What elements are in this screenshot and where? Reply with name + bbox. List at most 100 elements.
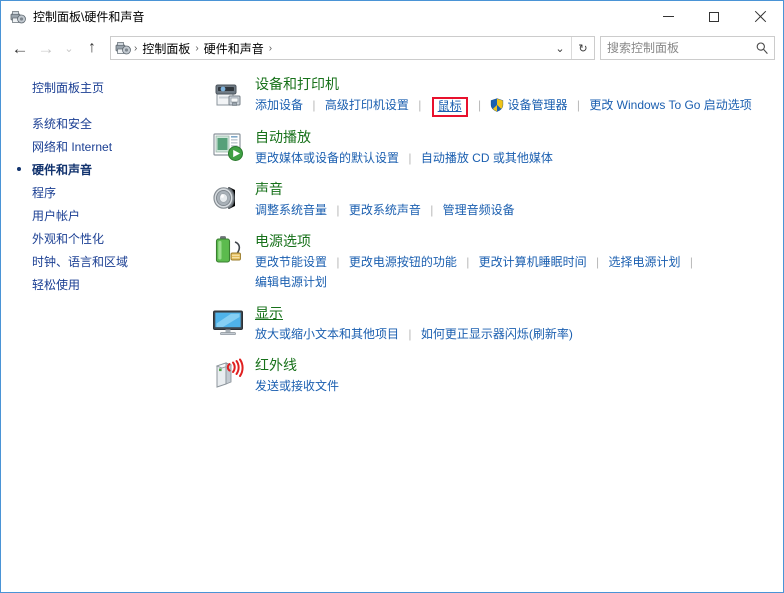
minimize-button[interactable] (645, 1, 691, 32)
sidebar-item-network-internet[interactable]: 网络和 Internet (1, 136, 211, 159)
category-title-power-options[interactable]: 电源选项 (255, 232, 311, 250)
category-body: 电源选项 更改节能设置 | 更改电源按钮的功能 | 更改计算机睡眠时间 | 选择… (255, 232, 769, 292)
link-send-receive-files[interactable]: 发送或接收文件 (255, 379, 339, 393)
arrow-right-icon: → (37, 38, 55, 58)
search-icon[interactable] (750, 37, 774, 59)
minimize-icon (662, 16, 674, 17)
sidebar-item-system-security[interactable]: 系统和安全 (1, 113, 211, 136)
forward-button[interactable]: → (33, 35, 59, 61)
printer-icon (211, 76, 245, 110)
link-autoplay-cd-media[interactable]: 自动播放 CD 或其他媒体 (421, 151, 553, 165)
sidebar-item-hardware-sound[interactable]: 硬件和声音 (1, 159, 211, 182)
sidebar: 控制面板主页 系统和安全 网络和 Internet 硬件和声音 程序 用户帐户 … (1, 64, 211, 592)
up-button[interactable]: ↑ (79, 35, 105, 61)
link-adjust-system-volume[interactable]: 调整系统音量 (255, 203, 327, 217)
address-dropdown-button[interactable]: ⌄ (549, 37, 571, 59)
link-manage-audio-devices[interactable]: 管理音频设备 (443, 203, 515, 217)
category-title-sound[interactable]: 声音 (255, 180, 283, 198)
refresh-icon: ↻ (578, 42, 588, 55)
link-separator: | (312, 98, 316, 112)
link-change-power-button-function[interactable]: 更改电源按钮的功能 (349, 255, 457, 269)
link-advanced-printer-setup[interactable]: 高级打印机设置 (325, 98, 409, 112)
category-body: 显示 放大或缩小文本和其他项目 | 如何更正显示器闪烁(刷新率) (255, 304, 769, 344)
link-make-text-larger-smaller[interactable]: 放大或缩小文本和其他项目 (255, 327, 399, 341)
category-devices-printers: 设备和打印机 添加设备 | 高级打印机设置 | 鼠标 | 设备管理器 | 更改 … (211, 75, 769, 117)
breadcrumb-item-control-panel[interactable]: 控制面板 (139, 40, 193, 57)
category-links-sound: 调整系统音量 | 更改系统声音 | 管理音频设备 (255, 200, 769, 220)
category-title-autoplay[interactable]: 自动播放 (255, 128, 311, 146)
battery-icon (211, 233, 245, 267)
highlight-box-mouse: 鼠标 (431, 97, 468, 117)
search-input[interactable] (601, 38, 750, 58)
maximize-button[interactable] (691, 1, 737, 32)
link-device-manager[interactable]: 设备管理器 (507, 98, 567, 112)
back-button[interactable]: ← (7, 35, 33, 61)
content-area: 控制面板主页 系统和安全 网络和 Internet 硬件和声音 程序 用户帐户 … (1, 64, 783, 592)
link-separator: | (418, 98, 422, 112)
category-list: 设备和打印机 添加设备 | 高级打印机设置 | 鼠标 | 设备管理器 | 更改 … (211, 64, 783, 592)
sidebar-item-ease-of-access[interactable]: 轻松使用 (1, 274, 211, 297)
recent-locations-button[interactable]: ⌄ (59, 35, 79, 61)
category-body: 自动播放 更改媒体或设备的默认设置 | 自动播放 CD 或其他媒体 (255, 128, 769, 168)
link-change-sleep-time[interactable]: 更改计算机睡眠时间 (479, 255, 587, 269)
breadcrumb-item-hardware-sound[interactable]: 硬件和声音 (201, 40, 267, 57)
category-title-devices-printers[interactable]: 设备和打印机 (255, 75, 339, 93)
link-choose-power-plan[interactable]: 选择电源计划 (608, 255, 680, 269)
navigation-bar: ← → ⌄ ↑ › 控制面板 › 硬件和声音 › ⌄ ↻ 搜索控制面板 (1, 32, 783, 64)
breadcrumb-separator[interactable]: › (193, 43, 200, 54)
breadcrumb-separator[interactable]: › (267, 43, 274, 54)
chevron-down-icon: ⌄ (555, 42, 565, 55)
window-controls (645, 1, 783, 32)
address-bar[interactable]: › 控制面板 › 硬件和声音 › ⌄ ↻ (110, 36, 595, 60)
chevron-down-icon: ⌄ (64, 42, 74, 55)
category-display: 显示 放大或缩小文本和其他项目 | 如何更正显示器闪烁(刷新率) (211, 304, 769, 344)
sidebar-item-clock-language-region[interactable]: 时钟、语言和区域 (1, 251, 211, 274)
category-title-display[interactable]: 显示 (255, 304, 283, 322)
link-separator: | (596, 255, 600, 269)
close-button[interactable] (737, 1, 783, 32)
sidebar-item-user-accounts[interactable]: 用户帐户 (1, 205, 211, 228)
category-links-power-options: 更改节能设置 | 更改电源按钮的功能 | 更改计算机睡眠时间 | 选择电源计划 … (255, 252, 769, 292)
category-autoplay: 自动播放 更改媒体或设备的默认设置 | 自动播放 CD 或其他媒体 (211, 128, 769, 168)
link-change-energy-settings[interactable]: 更改节能设置 (255, 255, 327, 269)
link-change-default-media-settings[interactable]: 更改媒体或设备的默认设置 (255, 151, 399, 165)
category-links-display: 放大或缩小文本和其他项目 | 如何更正显示器闪烁(刷新率) (255, 324, 769, 344)
link-separator: | (408, 151, 412, 165)
category-infrared: 红外线 发送或接收文件 (211, 356, 769, 396)
window-title: 控制面板\硬件和声音 (33, 10, 145, 24)
maximize-icon (709, 11, 719, 22)
title-bar: 控制面板\硬件和声音 (1, 1, 783, 32)
control-panel-window: 控制面板\硬件和声音 ← → ⌄ ↑ › 控制面板 › 硬件和声音 › ⌄ ↻ … (0, 0, 784, 593)
link-separator: | (478, 98, 482, 112)
speaker-icon (211, 181, 245, 215)
link-separator: | (336, 255, 340, 269)
link-separator: | (430, 203, 434, 217)
link-fix-display-flicker[interactable]: 如何更正显示器闪烁(刷新率) (421, 327, 573, 341)
infrared-icon (211, 357, 245, 391)
link-separator: | (336, 203, 340, 217)
link-separator: | (408, 327, 412, 341)
close-icon (754, 10, 767, 23)
sidebar-item-appearance[interactable]: 外观和个性化 (1, 228, 211, 251)
shield-icon (490, 98, 504, 112)
link-change-system-sounds[interactable]: 更改系统声音 (349, 203, 421, 217)
breadcrumb-control-panel-icon (115, 40, 131, 56)
arrow-up-icon: ↑ (88, 39, 96, 56)
sidebar-item-home[interactable]: 控制面板主页 (1, 77, 211, 100)
category-body: 声音 调整系统音量 | 更改系统声音 | 管理音频设备 (255, 180, 769, 220)
link-edit-power-plan[interactable]: 编辑电源计划 (255, 275, 327, 289)
category-body: 设备和打印机 添加设备 | 高级打印机设置 | 鼠标 | 设备管理器 | 更改 … (255, 75, 769, 117)
link-add-device[interactable]: 添加设备 (255, 98, 303, 112)
sidebar-item-programs[interactable]: 程序 (1, 182, 211, 205)
breadcrumb-separator[interactable]: › (132, 43, 139, 54)
link-separator: | (466, 255, 470, 269)
arrow-left-icon: ← (11, 38, 29, 58)
link-windows-to-go-startup-options[interactable]: 更改 Windows To Go 启动选项 (589, 98, 751, 112)
category-links-autoplay: 更改媒体或设备的默认设置 | 自动播放 CD 或其他媒体 (255, 148, 769, 168)
link-mouse[interactable]: 鼠标 (438, 99, 462, 113)
monitor-icon (211, 305, 245, 339)
category-title-infrared[interactable]: 红外线 (255, 356, 297, 374)
search-box[interactable] (600, 36, 775, 60)
category-links-devices-printers: 添加设备 | 高级打印机设置 | 鼠标 | 设备管理器 | 更改 Windows… (255, 95, 769, 117)
refresh-button[interactable]: ↻ (572, 37, 594, 59)
